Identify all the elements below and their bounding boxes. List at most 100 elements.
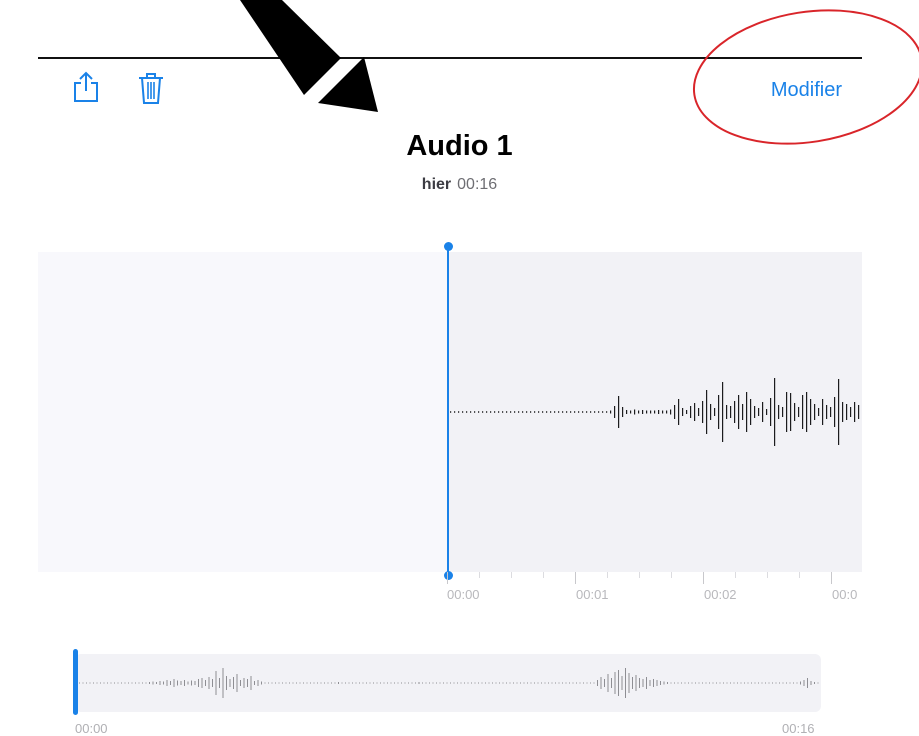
waveform-sample xyxy=(766,409,768,415)
waveform-sample xyxy=(152,681,154,685)
waveform-sample xyxy=(690,406,692,418)
waveform-sample xyxy=(317,682,318,684)
waveform-sample xyxy=(486,411,488,413)
trash-icon[interactable] xyxy=(136,72,166,104)
waveform-sample xyxy=(686,410,688,414)
recording-meta: hier 00:16 xyxy=(0,176,919,194)
waveform-sample xyxy=(348,682,350,684)
waveform-sample xyxy=(569,682,570,684)
waveform-sample xyxy=(103,682,105,684)
waveform-sample xyxy=(794,403,796,421)
share-icon[interactable] xyxy=(71,71,101,103)
waveform-sample xyxy=(555,682,556,684)
waveform-sample xyxy=(632,677,633,689)
waveform-sample xyxy=(338,682,339,684)
waveform-sample xyxy=(562,411,564,413)
waveform-sample xyxy=(814,404,816,420)
waveform-sample xyxy=(765,682,766,684)
waveform-sample xyxy=(530,411,532,413)
ruler-tick xyxy=(703,572,704,584)
playhead-top-handle[interactable] xyxy=(444,242,453,251)
playhead[interactable] xyxy=(447,246,449,577)
waveform-sample xyxy=(807,678,808,688)
waveform-sample xyxy=(594,411,596,413)
waveform-sample xyxy=(754,682,756,684)
waveform-sample xyxy=(604,679,605,687)
waveform-sample xyxy=(822,399,824,425)
waveform-sample xyxy=(292,682,294,684)
waveform-sample xyxy=(762,402,764,422)
waveform-sample xyxy=(758,408,760,416)
recording-title[interactable]: Audio 1 xyxy=(0,130,919,163)
waveform-sample xyxy=(562,682,563,684)
waveform-sample xyxy=(598,411,600,413)
waveform-sample xyxy=(779,682,780,684)
waveform-sample xyxy=(86,682,87,684)
waveform-sample xyxy=(558,682,560,684)
waveform-sample xyxy=(303,682,304,684)
ruler-tick xyxy=(767,572,768,578)
ruler-tick xyxy=(831,572,832,584)
waveform-sample xyxy=(464,682,465,684)
waveform-sample xyxy=(187,681,189,685)
overview-position-handle[interactable] xyxy=(73,649,78,715)
waveform-sample xyxy=(110,682,112,684)
waveform-sample xyxy=(131,682,133,684)
waveform-sample xyxy=(742,404,744,420)
waveform-sample xyxy=(570,411,572,413)
waveform-sample xyxy=(404,682,406,684)
waveform-sample xyxy=(494,411,496,413)
edit-button[interactable]: Modifier xyxy=(771,79,842,102)
waveform-sample xyxy=(747,682,749,684)
waveform-sample xyxy=(706,390,708,434)
waveform-sample xyxy=(646,677,647,689)
waveform-sample xyxy=(654,410,656,414)
waveform-sample xyxy=(546,411,548,413)
waveform-sample xyxy=(554,411,556,413)
waveform-sample xyxy=(89,682,91,684)
waveform-sample xyxy=(341,682,343,684)
waveform-sample xyxy=(522,411,524,413)
waveform-sample xyxy=(324,682,325,684)
waveform-sample xyxy=(630,410,632,414)
waveform-sample xyxy=(802,395,804,429)
waveform-sample xyxy=(614,406,616,418)
waveform-sample xyxy=(677,682,679,684)
waveform-sample xyxy=(100,682,101,684)
recording-duration: 00:16 xyxy=(457,176,498,193)
waveform-sample xyxy=(635,675,637,691)
waveform-sample xyxy=(606,411,608,413)
waveform-sample xyxy=(408,682,409,684)
ruler-tick xyxy=(639,572,640,578)
ruler-tick xyxy=(447,572,448,584)
waveform-sample xyxy=(219,678,220,688)
waveform-sample xyxy=(723,682,724,684)
waveform-sample xyxy=(574,411,576,413)
waveform-sample xyxy=(842,402,844,422)
waveform-sample xyxy=(306,682,308,684)
overview-timeline[interactable] xyxy=(75,654,821,712)
waveform-sample xyxy=(159,681,161,685)
waveform-sample xyxy=(730,682,731,684)
waveform-sample xyxy=(418,682,420,684)
waveform-sample xyxy=(688,682,689,684)
waveform-sample xyxy=(768,682,770,684)
waveform-sample xyxy=(145,682,147,684)
overview-waveform xyxy=(79,668,819,698)
waveform-sample xyxy=(790,393,792,431)
waveform-sample xyxy=(471,682,472,684)
waveform-sample xyxy=(201,678,203,688)
waveform-sample xyxy=(826,405,828,419)
ruler-tick xyxy=(543,572,544,578)
waveform-sample xyxy=(271,682,273,684)
waveform-editor[interactable] xyxy=(38,252,862,572)
waveform-sample xyxy=(590,682,591,684)
waveform-sample xyxy=(634,409,636,415)
waveform-sample xyxy=(460,682,462,684)
waveform-sample xyxy=(490,411,492,413)
waveform-sample xyxy=(565,682,567,684)
waveform-sample xyxy=(226,676,227,690)
waveform-sample xyxy=(514,411,516,413)
waveform-sample xyxy=(82,682,84,684)
waveform-sample xyxy=(282,682,283,684)
